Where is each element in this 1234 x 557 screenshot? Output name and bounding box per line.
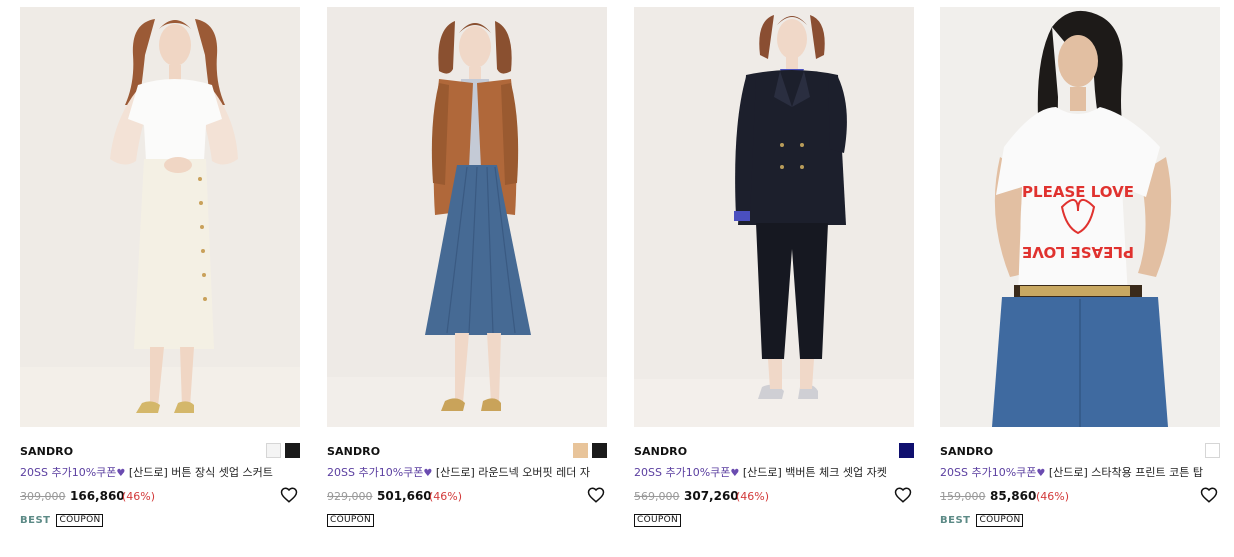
model-photo [20,7,300,427]
product-image[interactable]: PLEASE LOVE PLEASE LOVE [940,7,1220,427]
tag-row: COUPON [634,512,914,528]
model-photo [327,7,607,427]
product-name: [산드로] 라운드넥 오버핏 레더 자 [435,466,590,479]
product-card[interactable]: SANDRO 20SS 추가10%쿠폰♥ [산드로] 백버튼 체크 셋업 자켓 … [634,7,914,528]
price-row: 159,000 85,860 (46%) [940,486,1220,508]
best-badge: BEST [940,514,971,526]
original-price: 929,000 [327,490,373,503]
brand-row: SANDRO [940,443,1220,463]
product-title[interactable]: 20SS 추가10%쿠폰♥ [산드로] 버튼 장식 셋업 스커트 [20,464,300,482]
tag-row: COUPON [327,512,607,528]
sale-price: 85,860 [990,489,1037,503]
purple-heart-icon: ♥ [423,468,433,479]
product-name: [산드로] 버튼 장식 셋업 스커트 [128,466,273,479]
product-image[interactable] [327,7,607,427]
color-swatch[interactable] [573,443,588,458]
promo-label: 20SS 추가10%쿠폰 [940,466,1037,479]
original-price: 159,000 [940,490,986,503]
sale-price: 166,860 [70,489,125,503]
product-name: [산드로] 스타착용 프린트 코튼 탑 [1048,466,1203,479]
svg-text:PLEASE LOVE: PLEASE LOVE [1022,243,1134,261]
price-row: 309,000 166,860 (46%) [20,486,300,508]
product-title[interactable]: 20SS 추가10%쿠폰♥ [산드로] 백버튼 체크 셋업 자켓 [634,464,914,482]
purple-heart-icon: ♥ [116,468,126,479]
model-photo [634,7,914,427]
sale-price: 501,660 [377,489,432,503]
product-card[interactable]: PLEASE LOVE PLEASE LOVE SANDRO 20SS 추가10… [940,7,1220,528]
promo-label: 20SS 추가10%쿠폰 [634,466,731,479]
discount-rate: (46%) [1036,490,1070,503]
heart-outline-icon[interactable] [894,486,912,504]
original-price: 569,000 [634,490,680,503]
heart-outline-icon[interactable] [587,486,605,504]
promo-label: 20SS 추가10%쿠폰 [20,466,117,479]
color-swatches [899,443,914,458]
color-swatch[interactable] [1205,443,1220,458]
heart-outline-icon[interactable] [1200,486,1218,504]
best-badge: BEST [20,514,51,526]
purple-heart-icon: ♥ [1036,468,1046,479]
color-swatches [1205,443,1220,458]
product-image[interactable] [634,7,914,427]
tag-row: BEST COUPON [940,512,1220,528]
original-price: 309,000 [20,490,66,503]
tag-row: BEST COUPON [20,512,300,528]
brand-row: SANDRO [634,443,914,463]
brand-name: SANDRO [940,445,994,458]
product-image[interactable] [20,7,300,427]
product-grid: SANDRO 20SS 추가10%쿠폰♥ [산드로] 버튼 장식 셋업 스커트 … [0,0,1234,557]
product-title[interactable]: 20SS 추가10%쿠폰♥ [산드로] 라운드넥 오버핏 레더 자 [327,464,607,482]
price-row: 569,000 307,260 (46%) [634,486,914,508]
color-swatches [266,443,300,458]
color-swatch[interactable] [899,443,914,458]
color-swatch[interactable] [285,443,300,458]
product-name: [산드로] 백버튼 체크 셋업 자켓 [742,466,887,479]
model-photo: PLEASE LOVE PLEASE LOVE [940,7,1220,427]
product-card[interactable]: SANDRO 20SS 추가10%쿠폰♥ [산드로] 라운드넥 오버핏 레더 자… [327,7,607,528]
brand-name: SANDRO [327,445,381,458]
coupon-badge: COUPON [56,513,104,527]
coupon-badge: COUPON [327,513,374,527]
color-swatches [573,443,607,458]
price-row: 929,000 501,660 (46%) [327,486,607,508]
coupon-badge: COUPON [976,513,1024,527]
promo-label: 20SS 추가10%쿠폰 [327,466,424,479]
product-card[interactable]: SANDRO 20SS 추가10%쿠폰♥ [산드로] 버튼 장식 셋업 스커트 … [20,7,300,528]
purple-heart-icon: ♥ [730,468,740,479]
tee-print-text: PLEASE LOVE [1022,183,1134,201]
sale-price: 307,260 [684,489,739,503]
coupon-badge: COUPON [634,513,681,527]
color-swatch[interactable] [266,443,281,458]
discount-rate: (46%) [429,490,463,503]
product-title[interactable]: 20SS 추가10%쿠폰♥ [산드로] 스타착용 프린트 코튼 탑 [940,464,1220,482]
brand-row: SANDRO [20,443,300,463]
brand-row: SANDRO [327,443,607,463]
discount-rate: (46%) [122,490,156,503]
brand-name: SANDRO [20,445,74,458]
discount-rate: (46%) [736,490,770,503]
heart-outline-icon[interactable] [280,486,298,504]
brand-name: SANDRO [634,445,688,458]
color-swatch[interactable] [592,443,607,458]
